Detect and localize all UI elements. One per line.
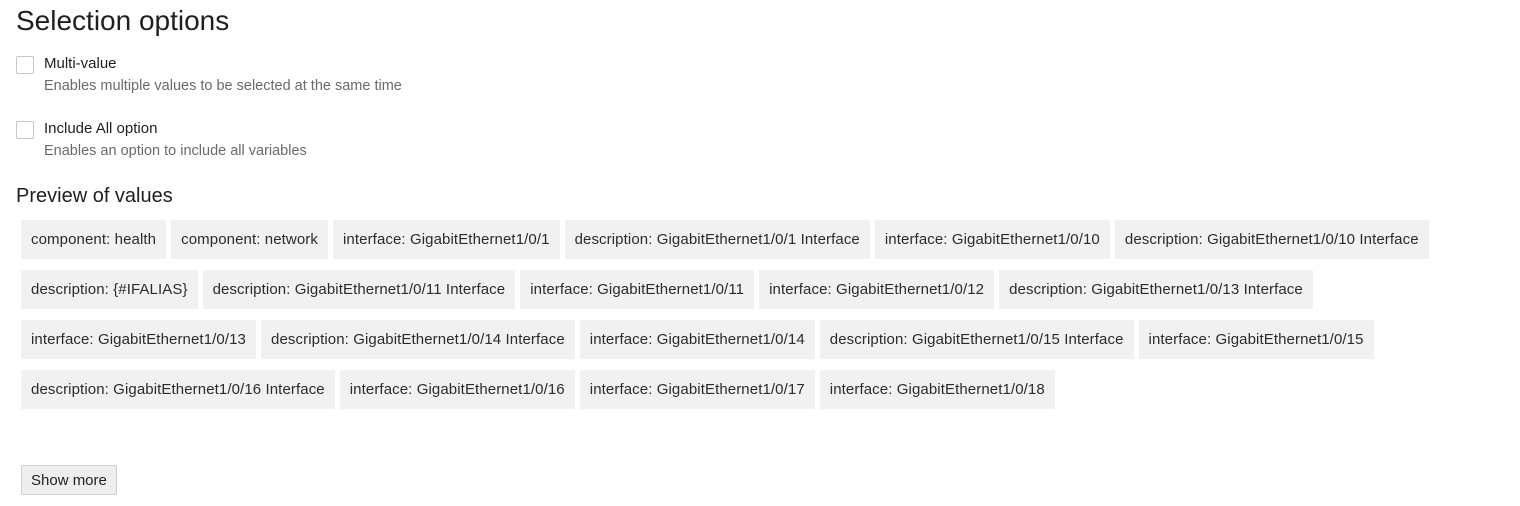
preview-value-chip: interface: GigabitEthernet1/0/18	[819, 370, 1055, 409]
preview-value-chip: description: GigabitEthernet1/0/13 Inter…	[999, 270, 1313, 309]
preview-value-chip: description: GigabitEthernet1/0/1 Interf…	[564, 220, 870, 259]
show-more-button[interactable]: Show more	[21, 465, 117, 495]
preview-value-chip: interface: GigabitEthernet1/0/16	[339, 370, 575, 409]
preview-value-chip: interface: GigabitEthernet1/0/1	[333, 220, 560, 259]
preview-value-chip: component: health	[21, 220, 167, 259]
preview-values-list: component: health component: network inter…	[21, 220, 1520, 409]
preview-value-chip: interface: GigabitEthernet1/0/11	[520, 270, 755, 309]
preview-value-chip: description: GigabitEthernet1/0/15 Inter…	[819, 320, 1134, 359]
preview-value-chip: description: GigabitEthernet1/0/16 Inter…	[21, 370, 335, 409]
include-all-label[interactable]: Include All option	[44, 119, 307, 139]
preview-value-chip: interface: GigabitEthernet1/0/17	[579, 370, 815, 409]
selection-options-panel: Selection options Multi-value Enables mu…	[0, 0, 1520, 506]
preview-value-chip: component: network	[171, 220, 328, 259]
preview-value-chip: interface: GigabitEthernet1/0/15	[1138, 320, 1374, 359]
include-all-checkbox[interactable]	[16, 121, 34, 139]
multi-value-label[interactable]: Multi-value	[44, 54, 402, 74]
preview-value-chip: interface: GigabitEthernet1/0/13	[21, 320, 257, 359]
preview-value-chip: description: GigabitEthernet1/0/14 Inter…	[261, 320, 575, 359]
include-all-text: Include All option Enables an option to …	[44, 119, 307, 162]
multi-value-option[interactable]: Multi-value Enables multiple values to b…	[16, 54, 402, 97]
multi-value-description: Enables multiple values to be selected a…	[44, 78, 402, 94]
section-title: Selection options	[16, 5, 230, 36]
include-all-description: Enables an option to include all variabl…	[44, 143, 307, 159]
multi-value-checkbox[interactable]	[16, 56, 34, 74]
preview-value-chip: interface: GigabitEthernet1/0/12	[759, 270, 995, 309]
preview-value-chip: description: GigabitEthernet1/0/10 Inter…	[1114, 220, 1429, 259]
multi-value-text: Multi-value Enables multiple values to b…	[44, 54, 402, 97]
preview-value-chip: description: GigabitEthernet1/0/11 Inter…	[202, 270, 516, 309]
preview-value-chip: description: {#IFALIAS}	[21, 270, 198, 309]
include-all-option[interactable]: Include All option Enables an option to …	[16, 119, 307, 162]
preview-value-chip: interface: GigabitEthernet1/0/14	[579, 320, 815, 359]
preview-title: Preview of values	[16, 185, 173, 207]
preview-value-chip: interface: GigabitEthernet1/0/10	[874, 220, 1110, 259]
